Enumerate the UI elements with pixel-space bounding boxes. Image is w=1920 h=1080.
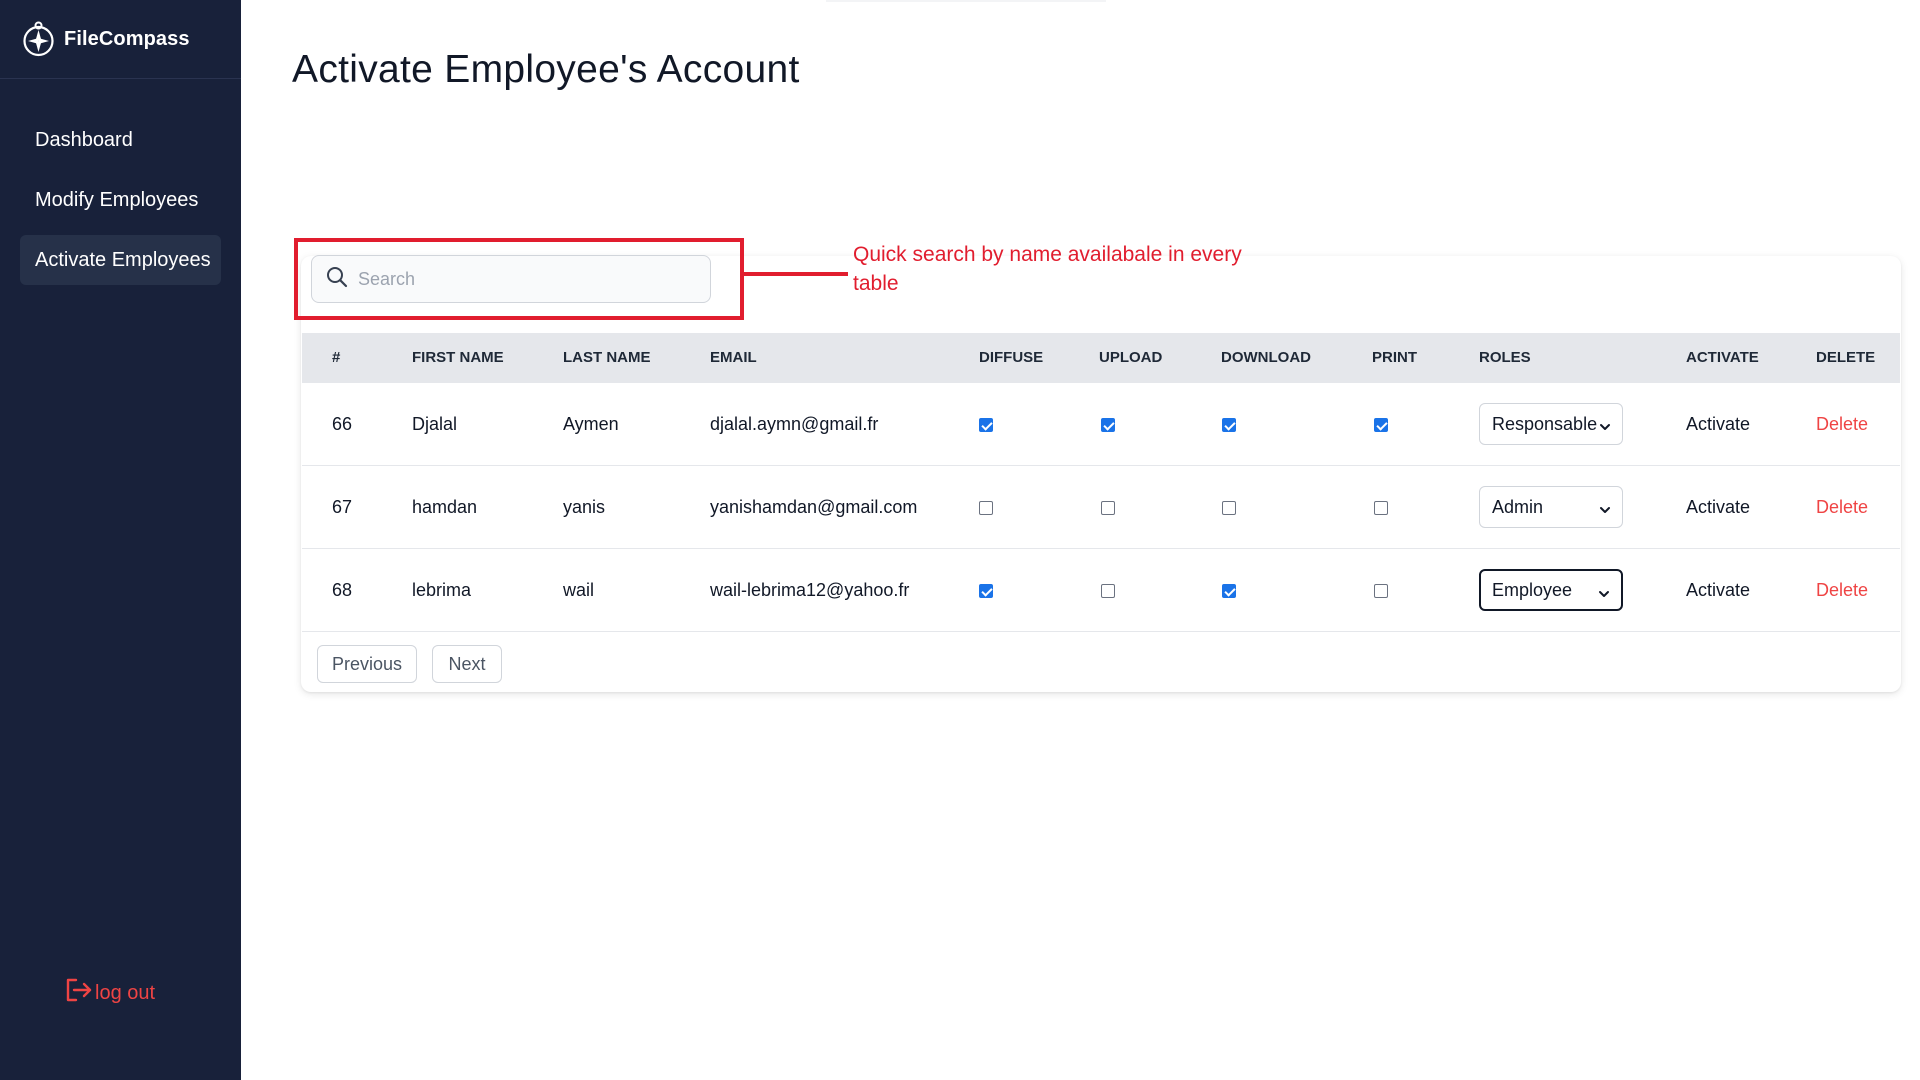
- logout-button[interactable]: log out: [65, 977, 155, 1009]
- delete-button[interactable]: Delete: [1816, 549, 1868, 632]
- search-input[interactable]: [358, 268, 698, 290]
- column-header-delete: DELETE: [1816, 349, 1876, 366]
- cell-first-name: hamdan: [412, 497, 478, 517]
- chevron-down-icon: [1598, 501, 1612, 522]
- callout-annotation: Quick search by name availabale in every…: [853, 243, 1242, 295]
- cell-last-name: wail: [563, 580, 595, 600]
- sidebar: FileCompass Dashboard Modify Employees A…: [0, 0, 241, 1080]
- previous-button[interactable]: Previous: [317, 645, 417, 683]
- app-root: FileCompass Dashboard Modify Employees A…: [0, 0, 1920, 1080]
- sidebar-item-label: Modify Employees: [35, 188, 199, 211]
- sidebar-item-activate-employees[interactable]: Activate Employees: [20, 235, 221, 285]
- app-name: FileCompass: [64, 27, 190, 50]
- upload-checkbox[interactable]: [1101, 418, 1115, 432]
- role-select[interactable]: Admin: [1479, 486, 1623, 528]
- role-select[interactable]: Responsable: [1479, 403, 1623, 445]
- cell-last-name: yanis: [563, 497, 606, 517]
- activate-button[interactable]: Activate: [1686, 383, 1750, 466]
- cell-first-name: lebrima: [412, 580, 472, 600]
- sidebar-item-label: Activate Employees: [35, 248, 211, 271]
- delete-button[interactable]: Delete: [1816, 383, 1868, 466]
- next-button[interactable]: Next: [432, 645, 502, 683]
- column-header-roles: ROLES: [1479, 349, 1531, 366]
- sidebar-nav: Dashboard Modify Employees Activate Empl…: [0, 115, 241, 285]
- page-title: Activate Employee's Account: [292, 48, 800, 91]
- column-header-activate: ACTIVATE: [1686, 349, 1759, 366]
- diffuse-checkbox[interactable]: [979, 418, 993, 432]
- column-header-download: DOWNLOAD: [1221, 349, 1311, 366]
- activate-button[interactable]: Activate: [1686, 549, 1750, 632]
- sidebar-item-label: Dashboard: [35, 128, 133, 151]
- table-row: 68 lebrima wail wail-lebrima12@yahoo.fr …: [302, 549, 1900, 632]
- chevron-down-icon: [1597, 585, 1611, 606]
- callout-connector: [744, 272, 848, 276]
- chevron-down-icon: [1598, 418, 1612, 439]
- diffuse-checkbox[interactable]: [979, 584, 993, 598]
- logout-label: log out: [95, 981, 156, 1004]
- column-header-print: PRINT: [1372, 349, 1417, 366]
- cell-id: 67: [332, 497, 353, 517]
- download-checkbox[interactable]: [1222, 418, 1236, 432]
- brand[interactable]: FileCompass: [0, 0, 241, 79]
- sidebar-item-modify-employees[interactable]: Modify Employees: [20, 175, 221, 225]
- logout-icon: [65, 977, 95, 1009]
- cell-first-name: Djalal: [412, 414, 458, 434]
- cell-last-name: Aymen: [563, 414, 619, 434]
- download-checkbox[interactable]: [1222, 584, 1236, 598]
- compass-logo-icon: [20, 21, 57, 58]
- cell-email: wail-lebrima12@yahoo.fr: [710, 580, 910, 600]
- column-header-id: #: [332, 349, 341, 366]
- print-checkbox[interactable]: [1374, 501, 1388, 515]
- search-icon: [326, 266, 348, 293]
- diffuse-checkbox[interactable]: [979, 501, 993, 515]
- table-header: # FIRST NAME LAST NAME EMAIL DIFFUSE UPL…: [302, 333, 1900, 383]
- download-checkbox[interactable]: [1222, 501, 1236, 515]
- table-row: 67 hamdan yanis yanishamdan@gmail.com Ad…: [302, 466, 1900, 549]
- role-select-value: Admin: [1492, 496, 1544, 517]
- column-header-email: EMAIL: [710, 349, 757, 366]
- column-header-last-name: LAST NAME: [563, 349, 651, 366]
- activate-button[interactable]: Activate: [1686, 466, 1750, 549]
- top-divider: [826, 0, 1106, 2]
- role-select-value: Employee: [1492, 579, 1573, 600]
- column-header-diffuse: DIFFUSE: [979, 349, 1044, 366]
- cell-id: 68: [332, 580, 353, 600]
- print-checkbox[interactable]: [1374, 584, 1388, 598]
- sidebar-item-dashboard[interactable]: Dashboard: [20, 115, 221, 165]
- print-checkbox[interactable]: [1374, 418, 1388, 432]
- upload-checkbox[interactable]: [1101, 584, 1115, 598]
- cell-id: 66: [332, 414, 353, 434]
- column-header-upload: UPLOAD: [1099, 349, 1163, 366]
- role-select-value: Responsable: [1492, 413, 1598, 434]
- search-field[interactable]: [311, 255, 711, 303]
- role-select[interactable]: Employee: [1479, 569, 1623, 611]
- cell-email: yanishamdan@gmail.com: [710, 497, 918, 517]
- delete-button[interactable]: Delete: [1816, 466, 1868, 549]
- upload-checkbox[interactable]: [1101, 501, 1115, 515]
- column-header-first-name: FIRST NAME: [412, 349, 504, 366]
- table-row: 66 Djalal Aymen djalal.aymn@gmail.fr Res…: [302, 383, 1900, 466]
- cell-email: djalal.aymn@gmail.fr: [710, 414, 879, 434]
